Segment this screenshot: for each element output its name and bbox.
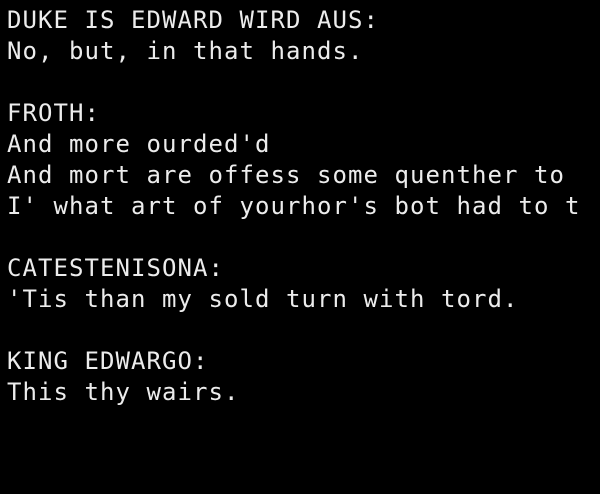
terminal-output: DUKE IS EDWARD WIRD AUS: No, but, in tha… bbox=[0, 0, 600, 494]
speaker-line: CATESTENISONA: bbox=[7, 254, 224, 282]
dialogue-line: And more ourded'd bbox=[7, 130, 271, 158]
dialogue-line: This thy wairs. bbox=[7, 378, 240, 406]
speaker-line: DUKE IS EDWARD WIRD AUS: bbox=[7, 6, 379, 34]
dialogue-line: 'Tis than my sold turn with tord. bbox=[7, 285, 519, 313]
speaker-line: KING EDWARGO: bbox=[7, 347, 209, 375]
dialogue-line: No, but, in that hands. bbox=[7, 37, 364, 65]
dialogue-line: I' what art of yourhor's bot had to t bbox=[7, 192, 581, 220]
speaker-line: FROTH: bbox=[7, 99, 100, 127]
dialogue-line: And mort are offess some quenther to bbox=[7, 161, 565, 189]
